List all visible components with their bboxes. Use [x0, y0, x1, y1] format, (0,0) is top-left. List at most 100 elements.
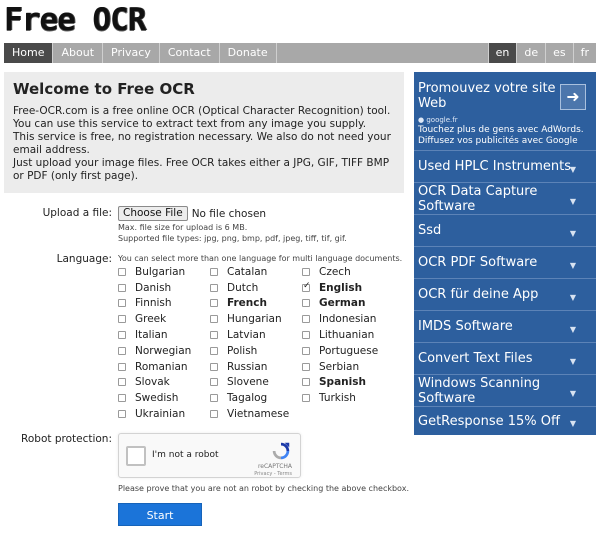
language-name: Bulgarian [135, 265, 186, 278]
ad-main[interactable]: Promouvez votre site Web ➜ ● google.fr T… [414, 72, 596, 150]
language-option[interactable]: Bulgarian [118, 264, 191, 280]
language-checkbox[interactable] [118, 410, 126, 419]
language-checkbox[interactable] [118, 362, 126, 371]
nav-about[interactable]: About [53, 43, 104, 63]
language-option[interactable]: Serbian [302, 359, 378, 375]
arrow-right-icon[interactable]: ➜ [560, 84, 586, 110]
language-checkbox[interactable] [302, 346, 310, 355]
nav-home[interactable]: Home [4, 43, 54, 63]
nav-donate[interactable]: Donate [220, 43, 277, 63]
max-size-note: Max. file size for upload is 6 MB. [118, 223, 248, 232]
language-name: Slovene [227, 376, 269, 389]
language-option[interactable]: Czech [302, 264, 378, 280]
language-name: Finnish [135, 297, 172, 310]
language-name: Italian [135, 329, 168, 342]
language-checkbox[interactable] [302, 315, 310, 324]
language-option[interactable]: Tagalog [210, 390, 289, 406]
language-option[interactable]: Vietnamese [210, 406, 289, 422]
ad-link[interactable]: OCR für deine App ▼ [414, 278, 596, 310]
language-name: Portuguese [319, 344, 379, 357]
language-option[interactable]: Catalan [210, 264, 289, 280]
language-name: Catalan [227, 265, 268, 278]
ad-link[interactable]: Used HPLC Instruments ▼ [414, 150, 596, 182]
language-checkbox[interactable] [210, 267, 218, 276]
site-logo[interactable]: Free OCR [4, 2, 146, 38]
language-option[interactable]: Lithuanian [302, 327, 378, 343]
language-option[interactable]: Indonesian [302, 311, 378, 327]
language-checkbox[interactable] [210, 378, 218, 387]
site-lang-fr[interactable]: fr [572, 43, 596, 63]
language-option[interactable]: Norwegian [118, 343, 191, 359]
ad-link[interactable]: GetResponse 15% Off ▼ [414, 406, 596, 435]
language-option[interactable]: Greek [118, 311, 191, 327]
language-name: Turkish [319, 392, 356, 405]
language-checkbox[interactable] [118, 346, 126, 355]
welcome-title: Welcome to Free OCR [13, 80, 195, 98]
language-name: Indonesian [319, 313, 377, 326]
language-option[interactable]: Slovene [210, 375, 289, 391]
language-option[interactable]: English [302, 280, 378, 296]
language-checkbox[interactable] [302, 267, 310, 276]
ad-source-text: google.fr [426, 116, 458, 124]
language-option[interactable]: Italian [118, 327, 191, 343]
language-checkbox[interactable] [118, 299, 126, 308]
language-option[interactable]: Hungarian [210, 311, 289, 327]
recaptcha-checkbox[interactable] [126, 446, 146, 466]
nav-privacy[interactable]: Privacy [103, 43, 160, 63]
nav-contact[interactable]: Contact [160, 43, 220, 63]
language-checkbox[interactable] [210, 315, 218, 324]
language-checkbox[interactable] [302, 394, 310, 403]
language-checkbox[interactable] [210, 346, 218, 355]
language-option[interactable]: Portuguese [302, 343, 378, 359]
language-option[interactable]: Finnish [118, 296, 191, 312]
file-status: No file chosen [191, 207, 267, 220]
language-checkbox[interactable] [118, 283, 126, 292]
choose-file-button[interactable]: Choose File [118, 206, 188, 221]
site-lang-en[interactable]: en [487, 43, 517, 63]
language-name: Swedish [135, 392, 179, 405]
language-name: Hungarian [227, 313, 282, 326]
language-option[interactable]: Latvian [210, 327, 289, 343]
language-checkbox[interactable] [210, 283, 218, 292]
recaptcha-links[interactable]: Privacy - Terms [254, 471, 292, 477]
language-option[interactable]: Swedish [118, 390, 191, 406]
language-checkbox[interactable] [302, 378, 310, 387]
language-checkbox[interactable] [210, 394, 218, 403]
language-option[interactable]: Romanian [118, 359, 191, 375]
ad-link-label: IMDS Software [418, 319, 513, 334]
ad-link[interactable]: Convert Text Files ▼ [414, 342, 596, 374]
language-option[interactable]: French [210, 296, 289, 312]
language-checkbox[interactable] [118, 331, 126, 340]
language-checkbox[interactable] [118, 315, 126, 324]
language-option[interactable]: Polish [210, 343, 289, 359]
language-checkbox[interactable] [118, 394, 126, 403]
ad-link[interactable]: OCR Data Capture Software ▼ [414, 182, 596, 214]
language-checkbox[interactable] [210, 362, 218, 371]
ad-link[interactable]: IMDS Software ▼ [414, 310, 596, 342]
language-checkbox[interactable] [118, 378, 126, 387]
language-checkbox[interactable] [210, 331, 218, 340]
site-lang-es[interactable]: es [545, 43, 573, 63]
language-option[interactable]: Slovak [118, 375, 191, 391]
language-option[interactable]: German [302, 296, 378, 312]
ad-headline[interactable]: Promouvez votre site Web [418, 81, 558, 111]
language-option[interactable]: Spanish [302, 375, 378, 391]
welcome-intro: Free-OCR.com is a free online OCR (Optic… [13, 105, 391, 130]
ad-link[interactable]: Ssd ▼ [414, 214, 596, 246]
start-button[interactable]: Start [118, 503, 202, 526]
language-option[interactable]: Dutch [210, 280, 289, 296]
language-option[interactable]: Ukrainian [118, 406, 191, 422]
language-checkbox[interactable] [210, 410, 218, 419]
language-checkbox[interactable] [302, 331, 310, 340]
language-checkbox[interactable] [118, 267, 126, 276]
language-checkbox[interactable] [210, 299, 218, 308]
language-option[interactable]: Turkish [302, 390, 378, 406]
language-option[interactable]: Danish [118, 280, 191, 296]
language-checkbox[interactable] [302, 281, 311, 292]
language-option[interactable]: Russian [210, 359, 289, 375]
language-checkbox[interactable] [302, 362, 310, 371]
ad-link[interactable]: OCR PDF Software ▼ [414, 246, 596, 278]
ad-link[interactable]: Windows Scanning Software ▼ [414, 374, 596, 406]
site-lang-de[interactable]: de [516, 43, 545, 63]
language-checkbox[interactable] [302, 299, 310, 308]
